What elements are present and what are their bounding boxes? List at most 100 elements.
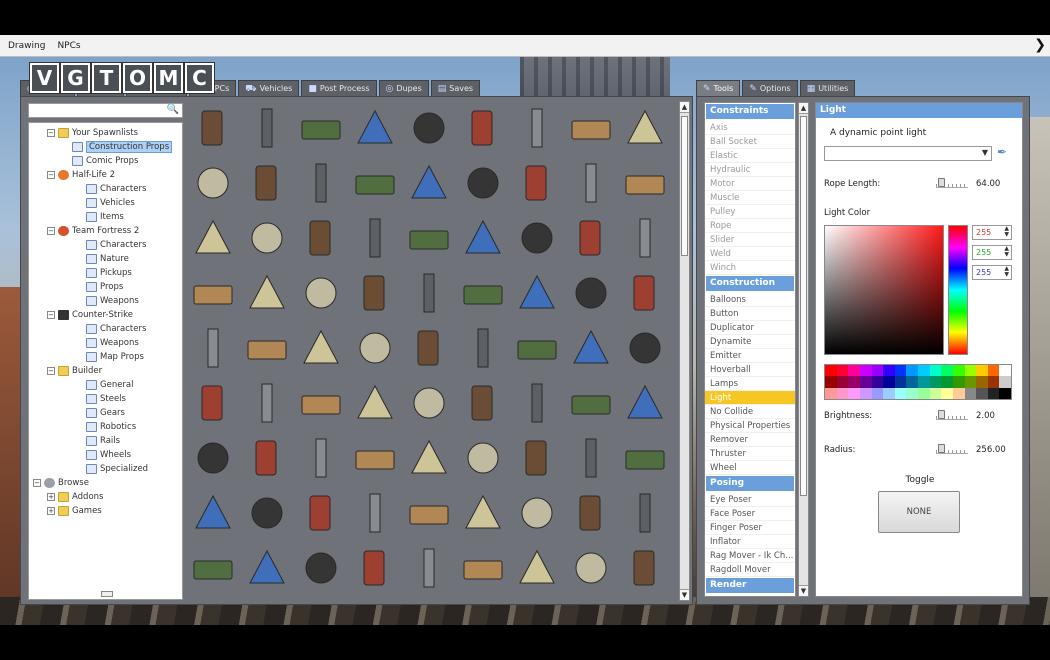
spawn-icon-round-table[interactable] [458, 378, 508, 431]
tool-item[interactable]: Rope [705, 219, 795, 233]
palette-swatch[interactable] [848, 376, 860, 388]
tool-item[interactable]: Wheel [705, 461, 795, 475]
spawn-icon-bottle[interactable] [620, 488, 670, 541]
palette-swatch[interactable] [825, 387, 837, 399]
tree-node[interactable]: Weapons [29, 294, 182, 308]
palette-swatch[interactable] [825, 365, 837, 377]
spawn-icon-wooden-chair[interactable] [620, 213, 670, 266]
tree-node[interactable]: Characters [29, 322, 182, 336]
spawn-icon-wooden-door[interactable] [458, 158, 508, 211]
spawn-icon-tall-lamp[interactable] [512, 103, 562, 156]
spawn-icon-bench-narrow[interactable] [296, 323, 346, 376]
tree-node[interactable]: − Your Spawnlists [29, 126, 182, 140]
spawn-icon-trash-can[interactable] [512, 543, 562, 596]
tool-item[interactable]: Rag Mover - Ik Ch... [705, 549, 795, 563]
scroll-thumb[interactable] [681, 116, 688, 256]
spawn-icon-drawer-low[interactable] [404, 268, 454, 321]
hue-bar[interactable] [948, 225, 968, 355]
brightness-value[interactable]: 2.00 [976, 411, 995, 421]
spawn-icon-cage[interactable] [350, 433, 400, 486]
spawn-icon-pipe[interactable] [296, 543, 346, 596]
spawn-icon-bench-bar[interactable] [296, 378, 346, 431]
tool-category-header[interactable]: Construction [706, 276, 794, 291]
spawn-icon-grey-crate[interactable] [296, 488, 346, 541]
spawn-icon-cupboard[interactable] [458, 323, 508, 376]
spawn-icon-iron-gate[interactable] [458, 103, 508, 156]
spawn-icon-red-crate[interactable] [512, 488, 562, 541]
palette-swatch[interactable] [848, 365, 860, 377]
spawn-icon-window-frame[interactable] [188, 378, 238, 431]
collapse-icon[interactable]: − [47, 367, 55, 375]
spawn-icon-tombstone[interactable] [512, 433, 562, 486]
spawn-icon-wardrobe[interactable] [296, 268, 346, 321]
palette-swatch[interactable] [976, 387, 988, 399]
spawn-icon-pipe-bend[interactable] [404, 543, 454, 596]
tree-node[interactable]: Robotics [29, 420, 182, 434]
tool-item[interactable]: Thruster [705, 447, 795, 461]
palette-swatch[interactable] [894, 387, 907, 399]
tree-node[interactable]: Weapons [29, 336, 182, 350]
spawn-icon-fire-extinguisher[interactable] [566, 103, 616, 156]
spawn-icon-lockers[interactable] [242, 543, 292, 596]
palette-swatch[interactable] [964, 376, 977, 388]
palette-swatch[interactable] [999, 387, 1011, 399]
spinner-icon[interactable]: ▲ ▼ [1004, 266, 1009, 278]
palette-swatch[interactable] [952, 376, 965, 388]
spawn-icon-metal-door[interactable] [296, 433, 346, 486]
spawn-icon-glass-pane[interactable] [242, 378, 292, 431]
tool-item[interactable]: Finger Poser [705, 521, 795, 535]
tool-item[interactable]: Remover [705, 433, 795, 447]
red-value-input[interactable]: 255 ▲ ▼ [972, 225, 1012, 240]
slider-knob[interactable] [938, 444, 945, 453]
scroll-down-icon[interactable]: ▼ [799, 585, 808, 596]
spawn-icon-gravestone[interactable] [458, 433, 508, 486]
tool-item[interactable]: Hydraulic [705, 163, 795, 177]
palette-swatch[interactable] [883, 365, 895, 377]
tree-node[interactable]: Wheels [29, 448, 182, 462]
spawn-icon-coffee-table[interactable] [512, 268, 562, 321]
tree-node[interactable]: Props [29, 280, 182, 294]
spawn-icon-small-table[interactable] [512, 378, 562, 431]
spawn-icon-blue-barrel[interactable] [404, 103, 454, 156]
expand-icon[interactable]: + [47, 493, 55, 501]
spawn-icon-radiator-small[interactable] [404, 158, 454, 211]
spawn-icon-grave-slab[interactable] [566, 433, 616, 486]
blue-value-input[interactable]: 255 ▲ ▼ [972, 265, 1012, 280]
spawn-icon-oil-drum[interactable] [458, 543, 508, 596]
palette-swatch[interactable] [999, 365, 1011, 377]
spawn-icon-yellow-crate[interactable] [350, 488, 400, 541]
palette-swatch[interactable] [836, 387, 849, 399]
palette-swatch[interactable] [859, 387, 872, 399]
spawn-icon-fence-panel-2[interactable] [242, 213, 292, 266]
spawn-icon-kitchen-stove[interactable] [404, 378, 454, 431]
tree-node[interactable]: Rails [29, 434, 182, 448]
search-icon[interactable]: 🔍 [167, 104, 179, 115]
radius-value[interactable]: 256.00 [976, 445, 1006, 455]
collapse-icon[interactable]: − [47, 311, 55, 319]
tool-item[interactable]: Physical Properties [705, 419, 795, 433]
tab-options[interactable]: ✎ Options [742, 80, 798, 96]
tool-category-header[interactable]: Render [706, 578, 794, 593]
palette-swatch[interactable] [918, 376, 930, 388]
tool-item[interactable]: Elastic [705, 149, 795, 163]
spawn-icon-mattress[interactable] [566, 268, 616, 321]
tool-item[interactable]: Muscle [705, 191, 795, 205]
spawn-icon-paint-cans[interactable] [242, 103, 292, 156]
scroll-up-icon[interactable]: ▲ [680, 102, 689, 113]
tool-item[interactable]: Ball Socket [705, 135, 795, 149]
spawn-icon-writing-desk[interactable] [566, 378, 616, 431]
palette-swatch[interactable] [952, 387, 965, 399]
spawn-icon-stove[interactable] [512, 323, 562, 376]
tool-item[interactable]: Face Poser [705, 507, 795, 521]
palette-swatch[interactable] [871, 376, 884, 388]
palette-swatch[interactable] [894, 365, 907, 377]
spawn-icon-small-door[interactable] [404, 433, 454, 486]
palette-swatch[interactable] [999, 376, 1011, 388]
spawn-icon-radiator[interactable] [566, 158, 616, 211]
color-saturation-square[interactable] [824, 225, 944, 355]
tree-node[interactable]: Specialized [29, 462, 182, 476]
tool-item[interactable]: Eye Poser [705, 493, 795, 507]
spawn-icon-faucet[interactable] [620, 378, 670, 431]
tool-item[interactable]: Inflator [705, 535, 795, 549]
palette-swatch[interactable] [918, 387, 930, 399]
